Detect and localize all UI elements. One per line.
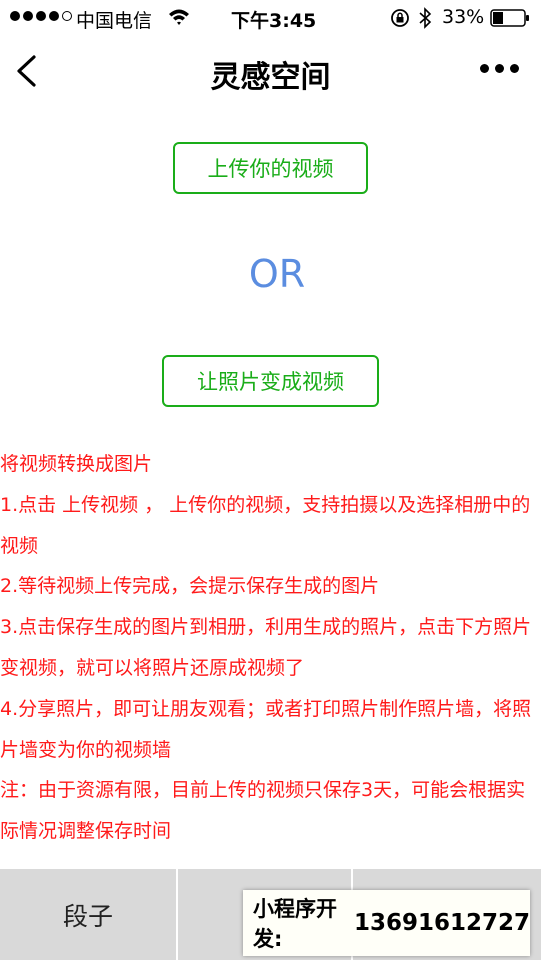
battery-percentage: 33% [442, 6, 485, 28]
instruction-line: 4.分享照片，即可让朋友观看；或者打印照片制作照片墙，将照片墙变为你的视频墙 [0, 697, 532, 761]
instructions-text: 将视频转换成图片 1.点击 上传视频 ， 上传你的视频，支持拍摄以及选择相册中的… [0, 444, 541, 852]
or-divider-text: OR [248, 252, 306, 296]
bluetooth-icon [419, 7, 432, 29]
wifi-icon [169, 9, 189, 25]
developer-label: 小程序开发: [253, 897, 337, 951]
instruction-line: 3.点击保存生成的图片到相册，利用生成的照片，点击下方照片变视频，就可以将照片还… [0, 616, 532, 679]
developer-contact-banner: 小程序开发: 13691612727 [243, 890, 530, 956]
instruction-line: 将视频转换成图片 [0, 453, 153, 475]
instruction-line: 2.等待视频上传完成，会提示保存生成的图片 [0, 575, 380, 598]
status-bar: 中国电信 下午3:45 33% [0, 0, 541, 36]
battery-icon [490, 9, 529, 27]
photo-to-video-button[interactable]: 让照片变成视频 [162, 355, 379, 407]
upload-video-button[interactable]: 上传你的视频 [173, 142, 368, 194]
clock: 下午3:45 [231, 10, 317, 32]
page-title: 灵感空间 [210, 60, 331, 95]
tab-jokes[interactable]: 段子 [0, 869, 176, 960]
instruction-line: 1.点击 上传视频 ， 上传你的视频，支持拍摄以及选择相册中的视频 [0, 493, 531, 557]
developer-phone: 13691612727 [353, 910, 530, 936]
more-options-icon[interactable] [480, 64, 520, 78]
rotation-lock-icon [391, 9, 409, 27]
instruction-line: 注：由于资源有限，目前上传的视频只保存3天，可能会根据实际情况调整保存时间 [0, 779, 526, 843]
carrier-name: 中国电信 [76, 10, 153, 32]
signal-strength-icon [10, 11, 72, 21]
navigation-bar: 灵感空间 [0, 36, 541, 106]
